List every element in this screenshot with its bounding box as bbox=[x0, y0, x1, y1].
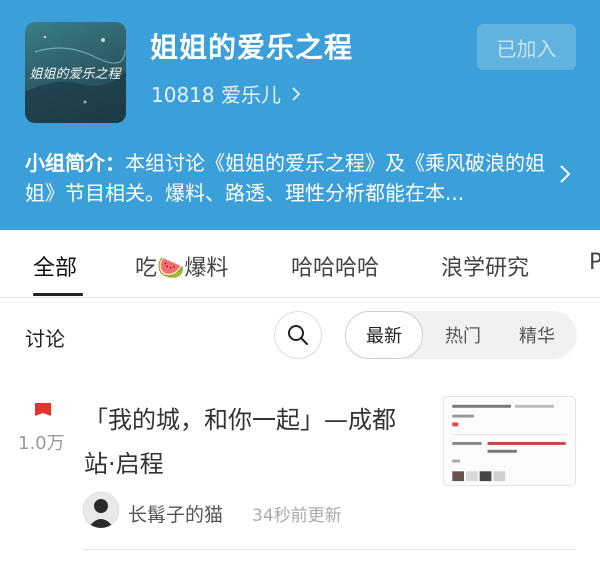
chevron-right-icon bbox=[291, 83, 301, 107]
chevron-right-icon[interactable] bbox=[558, 163, 572, 185]
post-title[interactable]: 「我的城，和你一起」—成都站·启程 bbox=[84, 398, 414, 486]
author-name[interactable]: 长髯子的猫 bbox=[128, 500, 223, 527]
sort-toggle: 最新 热门 精华 bbox=[345, 311, 577, 359]
post-comment-count: 1.0万 bbox=[18, 433, 65, 454]
flag-icon bbox=[33, 401, 53, 423]
sort-hot[interactable]: 热门 bbox=[427, 311, 499, 359]
joined-button[interactable]: 已加入 bbox=[477, 24, 576, 70]
tab-research[interactable]: 浪学研究 bbox=[441, 250, 529, 282]
group-header: 姐姐的爱乐之程 姐姐的爱乐之程 10818 爱乐儿 已加入 小组简介：本组讨论《… bbox=[0, 0, 600, 230]
tab-haha[interactable]: 哈哈哈哈 bbox=[291, 250, 379, 282]
post-thumbnail[interactable] bbox=[443, 396, 576, 486]
post-divider bbox=[83, 549, 576, 550]
cover-title: 姐姐的爱乐之程 bbox=[29, 67, 122, 82]
tab-more[interactable]: P bbox=[589, 250, 600, 275]
intro-label: 小组简介： bbox=[25, 151, 125, 175]
member-count: 10818 爱乐儿 bbox=[151, 83, 281, 107]
discussion-label: 讨论 bbox=[25, 327, 65, 351]
sort-latest[interactable]: 最新 bbox=[345, 311, 423, 359]
active-tab-indicator bbox=[33, 293, 83, 296]
category-tabs: 全部 吃🍉爆料 哈哈哈哈 浪学研究 P bbox=[0, 230, 600, 298]
search-icon bbox=[288, 325, 309, 346]
sort-featured[interactable]: 精华 bbox=[501, 311, 573, 359]
post-timestamp: 34秒前更新 bbox=[252, 506, 342, 526]
group-intro[interactable]: 小组简介：本组讨论《姐姐的爱乐之程》及《乘风破浪的姐姐》节目相关。爆料、路透、理… bbox=[25, 148, 555, 208]
cover-art: 姐姐的爱乐之程 bbox=[25, 35, 126, 123]
group-cover-image[interactable]: 姐姐的爱乐之程 bbox=[25, 22, 126, 123]
member-count-link[interactable]: 10818 爱乐儿 bbox=[151, 79, 301, 108]
group-title: 姐姐的爱乐之程 bbox=[150, 31, 354, 64]
tab-gossip[interactable]: 吃🍉爆料 bbox=[135, 250, 228, 282]
author-avatar[interactable] bbox=[83, 492, 119, 528]
thumbnail-preview bbox=[444, 397, 575, 485]
tab-all[interactable]: 全部 bbox=[33, 250, 77, 282]
search-button[interactable] bbox=[274, 311, 322, 359]
